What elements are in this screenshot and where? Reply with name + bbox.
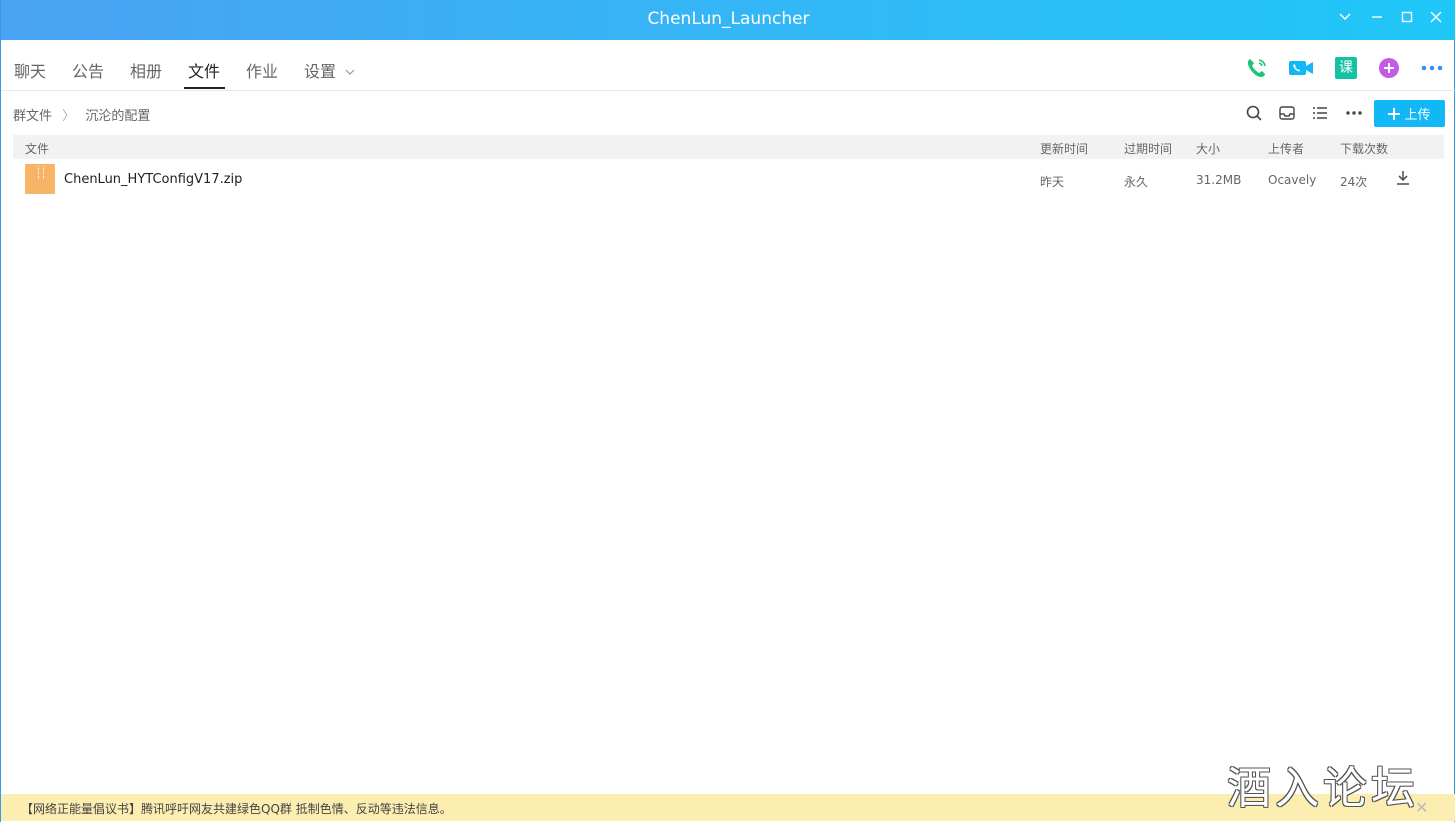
- title-bar[interactable]: ChenLun_Launcher: [1, 0, 1455, 40]
- table-row[interactable]: ChenLun_HYTConfigV17.zip 昨天 永久 31.2MB Oc…: [13, 161, 1444, 197]
- download-icon[interactable]: [1395, 170, 1411, 189]
- more-icon[interactable]: [1419, 55, 1445, 81]
- header-downloads[interactable]: 下载次数: [1340, 140, 1388, 157]
- minimize-icon[interactable]: [1367, 10, 1387, 30]
- file-table-header: 文件 更新时间 过期时间 大小 上传者 下载次数: [13, 135, 1444, 159]
- header-uploader[interactable]: 上传者: [1268, 140, 1304, 157]
- inbox-icon[interactable]: [1278, 104, 1296, 122]
- tab-announcement[interactable]: 公告: [72, 58, 104, 82]
- chevron-down-icon: [345, 69, 355, 75]
- window-title: ChenLun_Launcher: [647, 9, 810, 29]
- course-icon[interactable]: 课: [1333, 55, 1359, 81]
- dropdown-icon[interactable]: [1335, 10, 1355, 30]
- phone-call-icon[interactable]: [1244, 55, 1270, 81]
- watermark: 酒入论坛: [1227, 763, 1419, 814]
- file-updated: 昨天: [1040, 175, 1065, 189]
- active-tab-indicator: [184, 87, 225, 89]
- list-view-icon[interactable]: [1311, 104, 1329, 122]
- breadcrumb-separator-icon: 〉: [62, 109, 76, 124]
- file-size: 31.2MB: [1196, 173, 1242, 187]
- upload-label: 上传: [1404, 108, 1431, 123]
- close-icon[interactable]: [1426, 10, 1446, 30]
- maximize-icon[interactable]: [1397, 10, 1417, 30]
- tab-files[interactable]: 文件: [188, 58, 220, 82]
- tab-homework[interactable]: 作业: [246, 58, 278, 82]
- plus-icon: [1388, 107, 1401, 120]
- video-call-icon[interactable]: [1288, 55, 1314, 81]
- file-downloads: 24次: [1340, 175, 1368, 189]
- upload-button[interactable]: 上传: [1374, 100, 1445, 127]
- zip-file-icon: [25, 164, 55, 194]
- breadcrumb-root[interactable]: 群文件: [13, 109, 52, 124]
- header-updated[interactable]: 更新时间: [1040, 140, 1088, 157]
- header-expires[interactable]: 过期时间: [1124, 140, 1172, 157]
- app-window: ChenLun_Launcher 聊天 公告 相册 文件 作业 设置 课 群文件…: [0, 0, 1455, 822]
- header-size[interactable]: 大小: [1196, 140, 1220, 157]
- file-expires: 永久: [1124, 175, 1149, 189]
- breadcrumb: 群文件 〉 沉沦的配置: [13, 105, 150, 124]
- tab-album[interactable]: 相册: [130, 58, 162, 82]
- add-app-icon[interactable]: [1376, 55, 1402, 81]
- file-name[interactable]: ChenLun_HYTConfigV17.zip: [64, 172, 242, 187]
- search-icon[interactable]: [1245, 104, 1263, 122]
- tab-settings-label: 设置: [304, 62, 337, 81]
- more-options-icon[interactable]: [1345, 104, 1363, 122]
- notice-text: 【网络正能量倡议书】腾讯呼吁网友共建绿色QQ群 抵制色情、反动等违法信息。: [21, 802, 452, 816]
- group-nav: 聊天 公告 相册 文件 作业 设置 课: [1, 40, 1455, 91]
- course-icon-label: 课: [1335, 57, 1357, 79]
- breadcrumb-current: 沉沦的配置: [85, 109, 151, 124]
- tab-settings[interactable]: 设置: [304, 58, 355, 82]
- header-file[interactable]: 文件: [25, 140, 49, 157]
- file-uploader: Ocavely: [1268, 173, 1317, 187]
- tab-chat[interactable]: 聊天: [14, 58, 46, 82]
